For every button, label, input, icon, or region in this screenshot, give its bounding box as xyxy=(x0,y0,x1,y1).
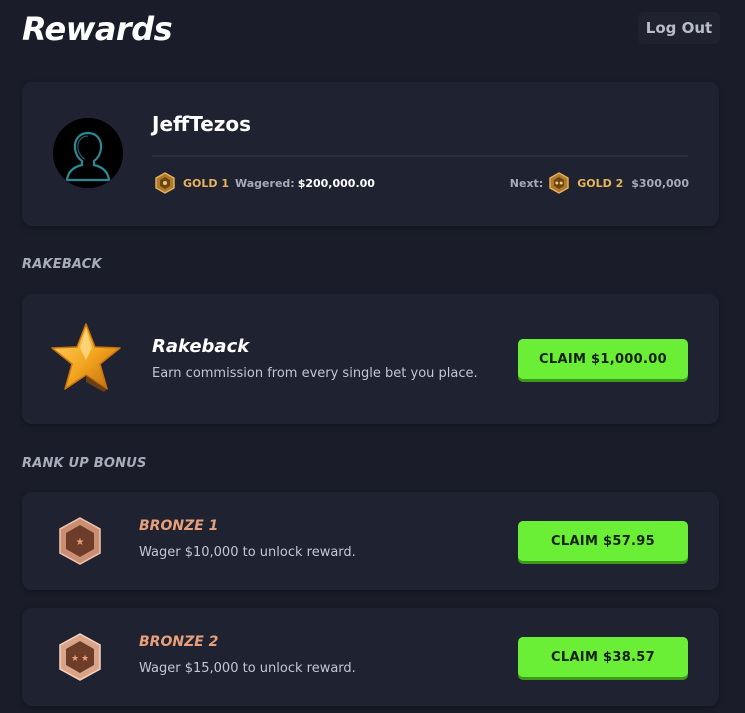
bronze-1-bonus-card: ★ BRONZE 1 Wager $10,000 to unlock rewar… xyxy=(22,492,719,590)
rakeback-title: Rakeback xyxy=(152,336,250,357)
next-label: Next: xyxy=(509,176,544,190)
rakeback-description: Earn commission from every single bet yo… xyxy=(152,366,478,381)
next-rank-label: GOLD 2 xyxy=(577,176,624,190)
bronze-2-badge-icon: ★ ★ xyxy=(59,633,101,681)
svg-text:★: ★ xyxy=(76,537,85,548)
claim-bronze-2-button[interactable]: CLAIM $38.57 xyxy=(518,637,688,677)
rank-progress-row: GOLD 1 Wagered: $200,000.00 Next: GOLD 2… xyxy=(155,172,689,194)
next-rank: Next: GOLD 2 $300,000 xyxy=(510,172,689,194)
current-rank: GOLD 1 Wagered: $200,000.00 xyxy=(155,172,375,194)
bronze-1-badge-icon: ★ xyxy=(59,517,101,565)
bronze-2-bonus-card: ★ ★ BRONZE 2 Wager $15,000 to unlock rew… xyxy=(22,608,719,706)
bronze-1-description: Wager $10,000 to unlock reward. xyxy=(139,545,356,560)
avatar xyxy=(53,118,123,188)
current-rank-label: GOLD 1 xyxy=(183,176,230,190)
star-icon xyxy=(51,323,121,392)
svg-text:★: ★ xyxy=(71,654,79,664)
user-silhouette-icon xyxy=(53,118,123,188)
wagered-label: Wagered: xyxy=(235,176,295,190)
bronze-1-title: BRONZE 1 xyxy=(139,518,219,534)
rank-up-section-label: RANK UP BONUS xyxy=(22,456,147,471)
bronze-2-title: BRONZE 2 xyxy=(139,634,219,650)
next-threshold: $300,000 xyxy=(631,176,689,190)
svg-text:★: ★ xyxy=(81,654,89,664)
logout-button[interactable]: Log Out xyxy=(638,12,720,44)
wagered-value: $200,000.00 xyxy=(297,176,375,190)
bronze-2-description: Wager $15,000 to unlock reward. xyxy=(139,661,356,676)
page-title: Rewards xyxy=(22,10,173,48)
divider xyxy=(152,155,688,157)
rewards-page: Rewards Log Out JeffTezos GOLD 1 Wagered… xyxy=(0,0,745,713)
username: JeffTezos xyxy=(152,112,252,136)
claim-bronze-1-button[interactable]: CLAIM $57.95 xyxy=(518,521,688,561)
profile-card: JeffTezos GOLD 1 Wagered: $200,000.00 Ne… xyxy=(22,82,719,226)
rakeback-card: Rakeback Earn commission from every sing… xyxy=(22,294,719,424)
claim-rakeback-button[interactable]: CLAIM $1,000.00 xyxy=(518,339,688,379)
rakeback-section-label: RAKEBACK xyxy=(22,257,102,272)
gold-rank-icon xyxy=(155,172,175,194)
gold-rank-2-icon xyxy=(549,172,569,194)
